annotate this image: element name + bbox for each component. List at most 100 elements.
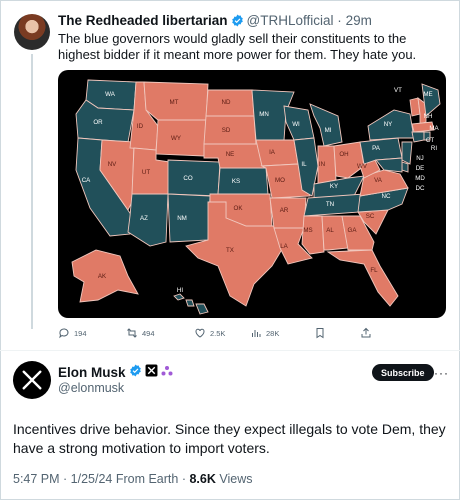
state-label-wi: WI	[292, 121, 300, 128]
state-label-al: AL	[326, 227, 334, 234]
state-label-ca: CA	[82, 177, 91, 184]
heart-icon	[195, 328, 205, 338]
state-label-ms: MS	[303, 227, 312, 234]
state-label-va: VA	[374, 177, 383, 184]
state-label-mo: MO	[275, 177, 285, 184]
divider	[0, 350, 460, 351]
bookmark-action[interactable]	[314, 327, 326, 339]
state-label-ut: UT	[142, 169, 150, 176]
state-label-nd: ND	[222, 99, 231, 106]
verified-badge-icon	[129, 364, 142, 380]
state-label-nj: NJ	[416, 155, 424, 162]
state-label-me: ME	[423, 91, 432, 98]
state-label-dc: DC	[416, 185, 425, 192]
state-az	[127, 193, 169, 247]
state-label-nm: NM	[177, 215, 187, 222]
state-label-hi: HI	[177, 287, 183, 294]
state-label-wy: WY	[171, 135, 181, 142]
state-ut	[131, 147, 171, 195]
state-co	[167, 159, 221, 197]
state-label-ok: OK	[234, 205, 244, 212]
state-label-az: AZ	[140, 215, 148, 222]
state-label-md: MD	[415, 175, 425, 182]
tweet-timestamp[interactable]: 5:47 PM · 1/25/24 From Earth ·	[13, 472, 186, 486]
state-label-ct: CT	[426, 137, 434, 144]
state-nm	[167, 193, 211, 243]
state-label-ar: AR	[280, 207, 289, 214]
state-label-ne: NE	[226, 151, 235, 158]
verified-badge-icon	[231, 14, 244, 30]
state-label-wv: WV	[357, 163, 368, 170]
state-label-ks: KS	[232, 178, 240, 185]
state-label-in: IN	[319, 161, 325, 168]
state-ia	[255, 139, 299, 167]
main-author-handle[interactable]: @elonmusk	[58, 381, 124, 395]
x-affiliate-badge-icon[interactable]	[145, 364, 158, 380]
state-ct	[411, 131, 425, 143]
state-label-oh: OH	[339, 151, 348, 158]
state-nj	[401, 141, 413, 165]
views-count-main: 8.6K	[189, 472, 216, 486]
affiliate-people-icon[interactable]	[161, 365, 173, 380]
state-label-nh: NH	[424, 113, 433, 120]
state-label-tn: TN	[326, 201, 334, 208]
share-action[interactable]	[360, 327, 372, 339]
quoted-author-handle[interactable]: @TRHLofficial	[247, 13, 334, 28]
repost-action[interactable]: 494	[126, 327, 155, 339]
more-options-icon[interactable]: ···	[434, 366, 449, 380]
state-mi	[309, 103, 343, 147]
state-ks	[217, 167, 269, 195]
state-label-ak: AK	[98, 273, 107, 280]
reply-count: 194	[74, 328, 87, 338]
repost-icon	[127, 328, 137, 338]
views-label: Views	[219, 472, 253, 486]
state-label-il: IL	[301, 161, 307, 168]
main-tweet-text: Incentives drive behavior. Since they ex…	[13, 421, 446, 456]
state-label-ky: KY	[330, 183, 338, 190]
state-de	[401, 161, 409, 173]
repost-count: 494	[142, 328, 155, 338]
main-author-row: Elon Musk	[58, 364, 173, 380]
views-count: 28K	[266, 328, 280, 338]
state-label-id: ID	[137, 123, 144, 130]
quoted-author-avatar[interactable]	[14, 14, 50, 50]
state-wy	[155, 119, 207, 157]
thread-line	[31, 54, 33, 329]
state-label-ma: MA	[429, 125, 439, 132]
state-label-sd: SD	[222, 127, 231, 134]
state-label-mi: MI	[325, 127, 332, 134]
state-label-ny: NY	[384, 121, 393, 128]
state-hi	[173, 293, 185, 301]
like-action[interactable]: 2.5K	[194, 327, 225, 339]
share-icon	[361, 327, 371, 338]
state-hi-3	[195, 303, 209, 315]
state-fl	[326, 249, 399, 307]
views-chart-icon	[252, 330, 261, 337]
bookmark-icon	[316, 328, 324, 339]
quoted-tweet-header: The Redheaded libertarian @TRHLofficial ·…	[58, 13, 372, 30]
state-label-ri: RI	[431, 145, 437, 152]
quoted-tweet-time[interactable]: 29m	[346, 13, 372, 28]
state-label-wa: WA	[105, 91, 116, 98]
x-logo-icon	[22, 370, 42, 390]
us-governors-map-image[interactable]: WA OR CA NV ID MT WY UT CO AZ NM ND SD NE KS OK TX MN IA MO…	[58, 70, 446, 318]
main-author-name[interactable]: Elon Musk	[58, 365, 126, 380]
views-action[interactable]: 28K	[250, 327, 279, 339]
subscribe-button[interactable]: Subscribe	[372, 364, 434, 381]
tweet-meta: 5:47 PM · 1/25/24 From Earth · 8.6K View…	[13, 472, 253, 486]
state-label-nc: NC	[382, 193, 391, 200]
elon-musk-avatar[interactable]	[13, 361, 51, 399]
reply-action[interactable]: 194	[58, 327, 87, 339]
state-ms	[301, 215, 325, 255]
state-label-vt: VT	[394, 87, 402, 94]
quoted-tweet-text: The blue governors would gladly sell the…	[58, 31, 417, 62]
reply-icon	[59, 328, 69, 339]
state-label-pa: PA	[372, 145, 381, 152]
state-label-nv: NV	[108, 161, 117, 168]
header-separator: ·	[337, 13, 342, 28]
state-label-de: DE	[416, 165, 425, 172]
state-label-or: OR	[93, 119, 103, 126]
state-label-sc: SC	[366, 213, 375, 220]
state-label-tx: TX	[226, 247, 234, 254]
quoted-author-name[interactable]: The Redheaded libertarian	[58, 13, 228, 28]
